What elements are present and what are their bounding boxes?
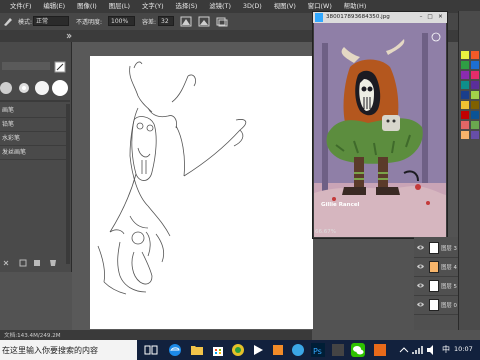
layer-name[interactable]: 图层 3 — [441, 244, 457, 252]
app-orange-square-icon[interactable] — [372, 342, 388, 358]
maximize-button[interactable]: □ — [426, 12, 434, 23]
brush-item[interactable]: 发丝画笔 — [0, 146, 66, 160]
brush-size-field[interactable] — [2, 62, 50, 70]
layer-row[interactable]: 图层 0 — [414, 296, 458, 315]
eye-icon[interactable] — [417, 244, 424, 251]
brush-tool-icon[interactable] — [2, 16, 14, 27]
menu-select[interactable]: 选择(S) — [176, 0, 198, 13]
wechat-icon[interactable] — [350, 342, 366, 358]
status-bar: 文档:143.4M/249.2M — [0, 330, 312, 340]
eye-icon[interactable] — [417, 301, 424, 308]
swatches-panel — [458, 11, 480, 330]
swatch[interactable] — [471, 131, 479, 139]
menu-image[interactable]: 图像(I) — [77, 0, 97, 13]
image-window-titlebar[interactable]: 380017893684350.jpg – □ ✕ — [313, 12, 447, 23]
all-layers-icon[interactable] — [216, 16, 228, 27]
document-size: 文档:143.4M/249.2M — [4, 333, 61, 339]
layer-row[interactable]: 图层 5 — [414, 277, 458, 296]
layers-panel: 图层 3 图层 4 图层 5 图层 0 — [414, 237, 458, 330]
swatch[interactable] — [461, 131, 469, 139]
task-view-icon[interactable] — [143, 342, 159, 358]
eye-icon[interactable] — [417, 282, 424, 289]
swatch[interactable] — [471, 121, 479, 129]
edge-icon[interactable] — [167, 342, 183, 358]
layer-row[interactable]: 图层 4 — [414, 258, 458, 277]
contiguous-icon[interactable] — [198, 16, 210, 27]
volume-icon[interactable] — [424, 342, 440, 358]
brush-presets-panel: 画笔 铅笔 水彩笔 发丝画笔 — [0, 42, 72, 272]
menu-filter[interactable]: 滤镜(T) — [209, 0, 231, 13]
mode-select[interactable]: 正常 — [33, 16, 69, 26]
layer-thumbnail — [429, 299, 439, 311]
menu-3d[interactable]: 3D(D) — [243, 0, 262, 13]
menu-type[interactable]: 文字(Y) — [142, 0, 164, 13]
swatch[interactable] — [471, 51, 479, 59]
antialias-icon[interactable] — [180, 16, 192, 27]
swatch[interactable] — [461, 61, 469, 69]
swatch[interactable] — [471, 71, 479, 79]
brush-item[interactable]: 铅笔 — [0, 118, 66, 132]
swatch[interactable] — [461, 91, 469, 99]
brush-panel-footer-icons[interactable] — [0, 258, 70, 268]
layer-name[interactable]: 图层 4 — [441, 263, 457, 271]
swatch[interactable] — [461, 111, 469, 119]
photoshop-icon[interactable]: Ps — [310, 342, 326, 358]
opacity-field[interactable]: 100% — [108, 16, 135, 26]
brush-item[interactable]: 水彩笔 — [0, 132, 66, 146]
clock[interactable]: 10:07 — [454, 345, 473, 353]
taskbar: 在这里输入你要搜索的内容 Ps 中 10:07 — [0, 340, 480, 360]
eye-icon[interactable] — [417, 263, 424, 270]
pencil-sketch-drawing — [97, 61, 247, 295]
tolerance-field[interactable]: 32 — [158, 16, 174, 26]
close-button[interactable]: ✕ — [436, 12, 445, 23]
brush-item[interactable]: 画笔 — [0, 104, 66, 118]
minimize-button[interactable]: – — [417, 12, 425, 23]
swatch[interactable] — [471, 101, 479, 109]
swatch[interactable] — [471, 111, 479, 119]
menu-edit[interactable]: 编辑(E) — [43, 0, 65, 13]
zoom-level: 66.67% — [315, 229, 336, 235]
layer-thumbnail — [429, 280, 439, 292]
swatch[interactable] — [471, 61, 479, 69]
artist-signature: Gillie Rancel — [321, 202, 360, 208]
menu-view[interactable]: 视图(V) — [274, 0, 296, 13]
app-orange-icon[interactable] — [270, 342, 286, 358]
search-placeholder: 在这里输入你要搜索的内容 — [2, 346, 98, 355]
app-dark-icon[interactable] — [330, 342, 346, 358]
swatch[interactable] — [461, 71, 469, 79]
swatch[interactable] — [461, 51, 469, 59]
layer-thumbnail — [429, 261, 439, 273]
svg-text:Ps: Ps — [313, 347, 322, 356]
opacity-label: 不透明度: — [76, 19, 103, 26]
brush-tip-thumbnails[interactable] — [0, 78, 70, 98]
ime-indicator[interactable]: 中 — [442, 344, 450, 355]
swatch[interactable] — [471, 91, 479, 99]
menu-layer[interactable]: 图层(L) — [109, 0, 130, 13]
brush-list-scrollbar[interactable] — [66, 104, 70, 264]
reference-image-window[interactable]: 380017893684350.jpg – □ ✕ Gillie Rancel … — [312, 11, 448, 239]
swatch[interactable] — [471, 81, 479, 89]
layer-name[interactable]: 图层 0 — [441, 301, 457, 309]
app-green-icon[interactable] — [230, 342, 246, 358]
mode-label: 模式: — [18, 19, 33, 26]
store-icon[interactable] — [210, 342, 226, 358]
layer-name[interactable]: 图层 5 — [441, 282, 457, 290]
taskbar-search[interactable]: 在这里输入你要搜索的内容 — [0, 340, 137, 360]
brush-settings-icon[interactable] — [54, 61, 66, 73]
tolerance-label: 容差: — [142, 19, 157, 26]
ps-file-icon — [315, 13, 323, 22]
swatch[interactable] — [461, 81, 469, 89]
swatch[interactable] — [461, 121, 469, 129]
layer-thumbnail — [429, 242, 439, 254]
layer-row[interactable]: 图层 3 — [414, 239, 458, 258]
media-player-icon[interactable] — [250, 342, 266, 358]
collapse-arrows-icon[interactable] — [66, 33, 72, 39]
image-window-title: 380017893684350.jpg — [326, 14, 390, 20]
menu-file[interactable]: 文件(F) — [10, 0, 31, 13]
swatch[interactable] — [461, 101, 469, 109]
app-blue-icon[interactable] — [290, 342, 306, 358]
sketch-canvas[interactable] — [90, 56, 313, 329]
file-explorer-icon[interactable] — [189, 342, 205, 358]
